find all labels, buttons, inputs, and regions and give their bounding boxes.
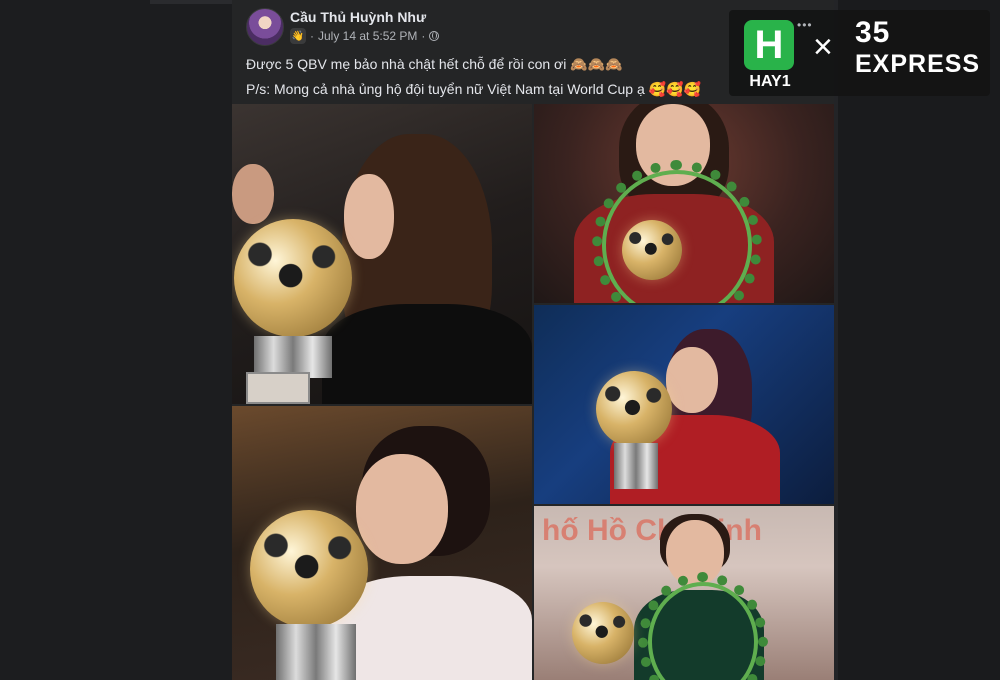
- meta-separator: ·: [310, 29, 314, 43]
- group-badge-icon[interactable]: 👋: [290, 28, 306, 44]
- photo-3[interactable]: [534, 305, 834, 504]
- photo-4-face: [356, 454, 448, 564]
- photo-4-trophy-base: [276, 624, 356, 680]
- right-sidebar: [834, 0, 1000, 680]
- photo-3-trophy-ball: [596, 371, 672, 447]
- photo-1-plaque: [246, 372, 310, 404]
- globe-icon: [429, 31, 440, 41]
- left-sidebar: [0, 0, 232, 680]
- right-sidebar-edge: [834, 0, 838, 680]
- more-options-icon[interactable]: •••: [797, 18, 813, 32]
- photo-1[interactable]: [232, 104, 532, 404]
- photo-1-dress: [322, 304, 532, 404]
- facebook-post: Cầu Thủ Huỳnh Như 👋 · July 14 at 5:52 PM…: [232, 0, 834, 680]
- photo-1-bystander: [232, 164, 274, 224]
- photo-1-face: [344, 174, 394, 259]
- hay1-logo-icon: H: [744, 20, 794, 70]
- meta-separator-2: ·: [421, 29, 426, 43]
- photo-4-trophy-ball: [250, 510, 368, 628]
- photo-3-trophy-base: [614, 443, 658, 489]
- author-avatar[interactable]: [246, 8, 284, 46]
- express-number: 35: [855, 16, 891, 49]
- times-icon: ×: [813, 28, 833, 66]
- photo-2-trophy-ball: [622, 220, 682, 280]
- photo-5[interactable]: hố Hồ Chí Minh: [534, 506, 834, 680]
- express-word: EXPRESS: [855, 50, 981, 78]
- post-meta: 👋 · July 14 at 5:52 PM ·: [290, 28, 440, 44]
- hay1-brand-text: HAY1: [749, 73, 791, 90]
- photo-3-face: [666, 347, 718, 413]
- hay1-logo-letter: H: [754, 23, 784, 67]
- photo-4[interactable]: [232, 406, 532, 680]
- photo-gallery: hố Hồ Chí Minh: [232, 104, 834, 680]
- left-sidebar-edge: [150, 0, 232, 4]
- photo-2[interactable]: [534, 104, 834, 303]
- photo-5-trophy-ball: [572, 602, 634, 664]
- watermark-overlay: ••• H HAY1 × 35 EXPRESS: [729, 10, 990, 96]
- author-name[interactable]: Cầu Thủ Huỳnh Như: [290, 9, 426, 25]
- post-timestamp[interactable]: July 14 at 5:52 PM: [318, 29, 417, 43]
- photo-1-trophy-ball: [234, 219, 352, 337]
